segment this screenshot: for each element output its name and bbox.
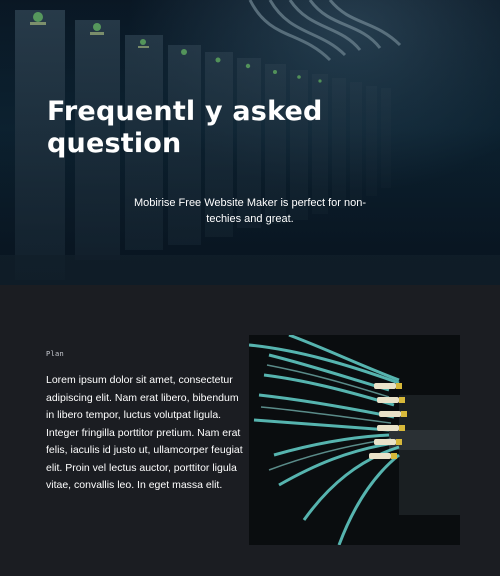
fiber-cables-image [249,335,460,545]
fiber-cables-illustration [249,335,460,545]
hero-section: Frequentl y asked question Mobirise Free… [0,0,500,285]
faq-section: Plan Lorem ipsum dolor sit amet, consect… [0,285,500,576]
section-eyebrow: Plan [46,350,65,358]
hero-subtitle: Mobirise Free Website Maker is perfect f… [133,197,367,225]
hero-title: Frequentl y asked question [47,96,323,159]
section-body-text: Lorem ipsum dolor sit amet, consectetur … [46,374,243,491]
